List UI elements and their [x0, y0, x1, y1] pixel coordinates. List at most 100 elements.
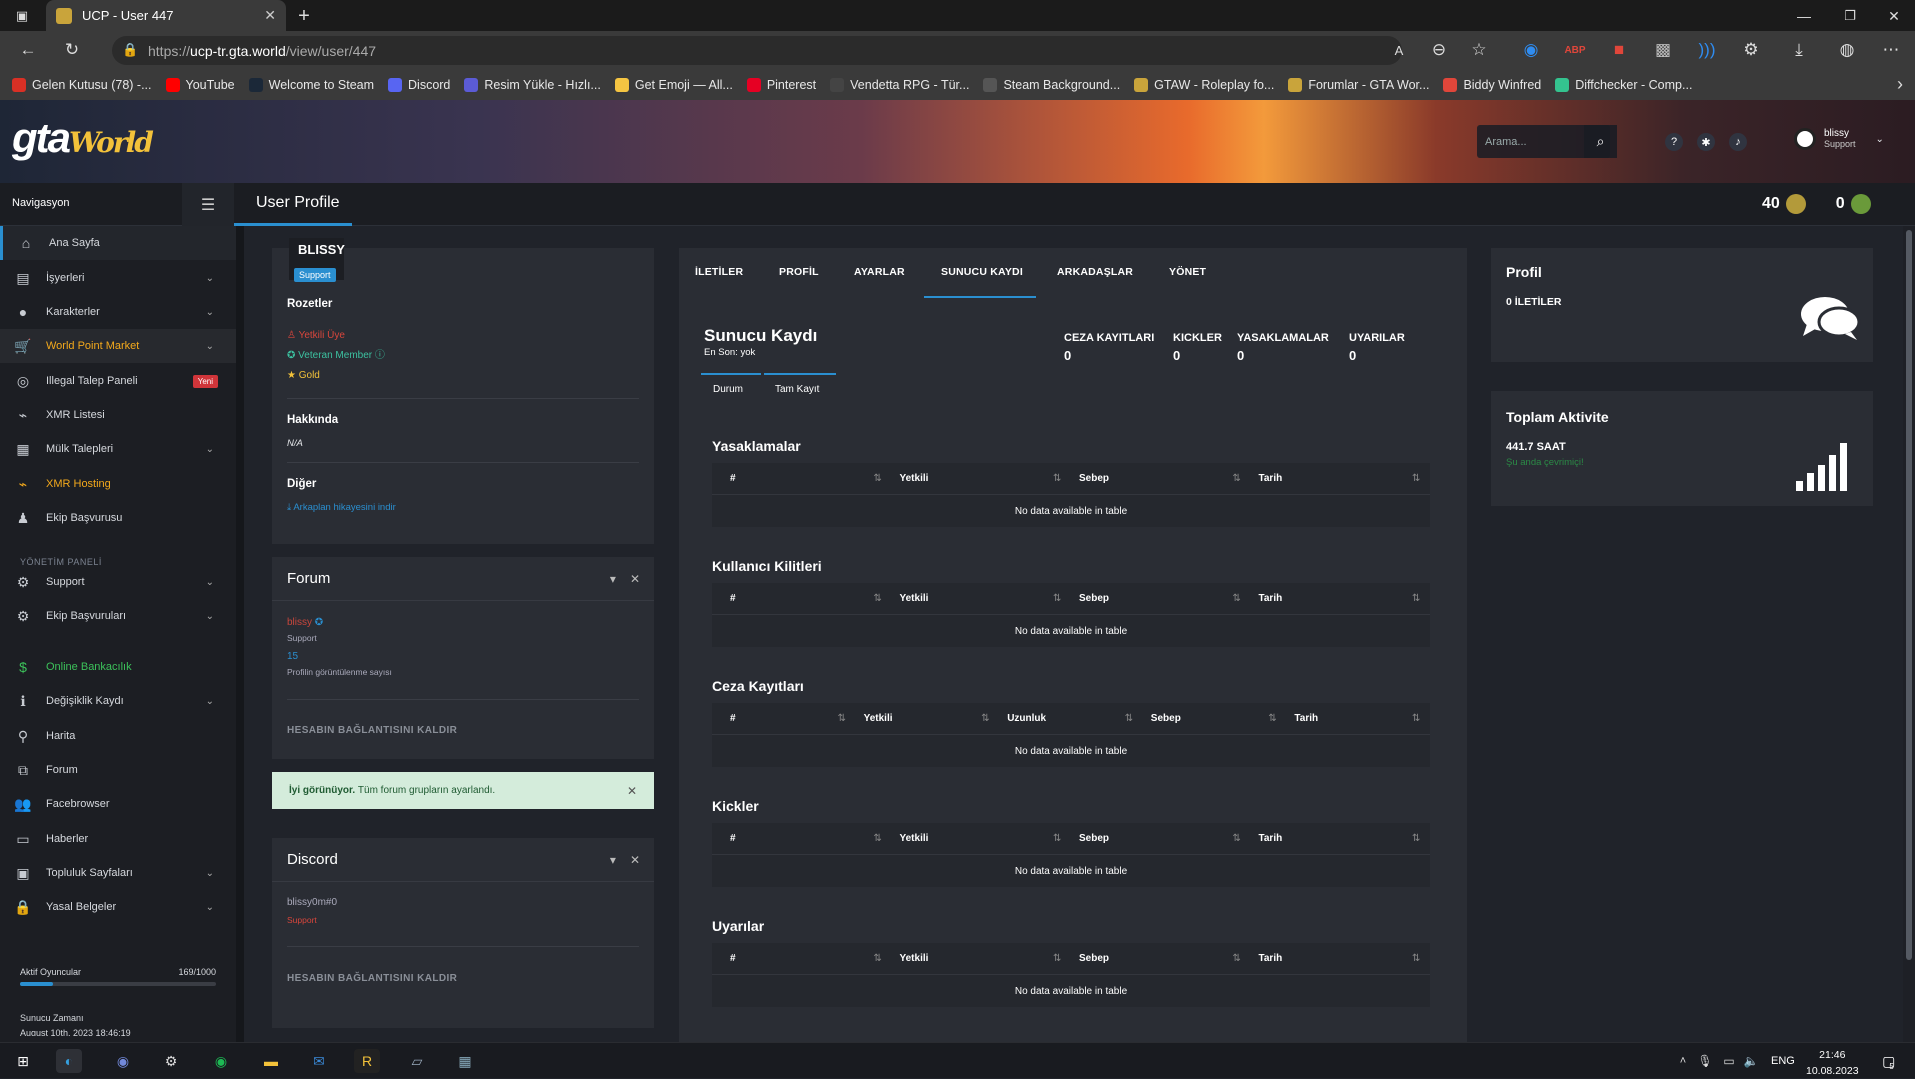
sort-icon[interactable]: ⇅ [1233, 593, 1241, 604]
column-header[interactable]: # [730, 713, 736, 724]
bookmark-item[interactable]: Vendetta RPG - Tür... [830, 78, 969, 92]
column-header[interactable]: Uzunluk [1007, 713, 1046, 724]
calculator-icon[interactable]: ▦ [452, 1049, 478, 1073]
close-icon[interactable]: ✕ [630, 853, 640, 867]
sort-icon[interactable]: ⇅ [1412, 713, 1420, 724]
sidebar-item-xmr-listesi[interactable]: ⌁ XMR Listesi [0, 398, 236, 432]
sidebar-item-karakterler[interactable]: ● Karakterler ⌄ [0, 295, 236, 329]
sort-icon[interactable]: ⇅ [1233, 473, 1241, 484]
sidebar-item-harita[interactable]: ⚲ Harita [0, 719, 236, 753]
unlink-discord-button[interactable]: HESABIN BAĞLANTISINI KALDIR [287, 973, 457, 984]
bookmark-item[interactable]: Steam Background... [983, 78, 1120, 92]
column-header[interactable]: Sebep [1079, 473, 1109, 484]
help-circle-icon[interactable]: ⓘ [372, 350, 385, 361]
bookmark-item[interactable]: Pinterest [746, 78, 816, 92]
sort-icon[interactable]: ⇅ [1233, 953, 1241, 964]
help-icon[interactable]: ? [1665, 133, 1683, 151]
bookmark-item[interactable]: Biddy Winfred [1443, 78, 1541, 92]
sidebar-item-topluluk-sayfaları[interactable]: ▣ Topluluk Sayfaları ⌄ [0, 856, 236, 890]
bookmark-item[interactable]: Discord [388, 78, 450, 92]
read-aloud-icon[interactable]: A [1385, 36, 1413, 64]
new-tab-icon[interactable]: + [290, 2, 318, 30]
bookmark-item[interactable]: Gelen Kutusu (78) -... [12, 78, 152, 92]
bookmark-item[interactable]: YouTube [165, 78, 235, 92]
shazam-extension-icon[interactable]: ◉ [1517, 36, 1545, 64]
column-header[interactable]: # [730, 473, 736, 484]
lock-icon[interactable]: 🔒 [122, 42, 138, 58]
sort-icon[interactable]: ⇅ [874, 593, 882, 604]
sort-icon[interactable]: ⇅ [1412, 953, 1420, 964]
forum-username[interactable]: blissy ✪ [287, 617, 323, 628]
sort-icon[interactable]: ⇅ [1412, 473, 1420, 484]
sort-icon[interactable]: ⇅ [1125, 713, 1133, 724]
zoom-icon[interactable]: ⊖ [1425, 36, 1453, 64]
download-icon[interactable]: ⤓ [1785, 36, 1813, 64]
spotify-app-icon[interactable]: ◉ [208, 1049, 234, 1073]
bookmark-item[interactable]: Diffchecker - Comp... [1555, 78, 1692, 92]
subtab-0[interactable]: Durum [713, 384, 743, 395]
column-header[interactable]: Yetkili [900, 953, 929, 964]
sidebar-item-i-şyerleri[interactable]: ▤ İşyerleri ⌄ [0, 261, 236, 295]
column-header[interactable]: Sebep [1079, 833, 1109, 844]
sort-icon[interactable]: ⇅ [874, 473, 882, 484]
close-alert-icon[interactable]: ✕ [627, 784, 637, 798]
column-header[interactable]: # [730, 833, 736, 844]
hamburger-menu-icon[interactable]: ☰ [182, 183, 234, 226]
profile-avatar-icon[interactable]: ◍ [1833, 36, 1861, 64]
subtab-1[interactable]: Tam Kayıt [775, 384, 819, 395]
sidebar-item-forum[interactable]: ⧉ Forum [0, 753, 236, 787]
bookmark-item[interactable]: Forumlar - GTA Wor... [1288, 78, 1429, 92]
mail-app-icon[interactable]: ✉ [306, 1049, 332, 1073]
sort-icon[interactable]: ⇅ [981, 713, 989, 724]
sidebar-item-world-point-market[interactable]: 🛒 World Point Market ⌄ [0, 329, 236, 363]
close-icon[interactable]: ✕ [630, 572, 640, 586]
close-tab-icon[interactable]: ✕ [264, 7, 276, 24]
refresh-icon[interactable]: ↻ [58, 36, 86, 64]
tab-profi̇l[interactable]: PROFİL [779, 266, 819, 278]
column-header[interactable]: Yetkili [900, 473, 929, 484]
column-header[interactable]: # [730, 593, 736, 604]
gta-world-logo[interactable]: gtaWorld [12, 114, 154, 162]
camera-extension-icon[interactable]: ■ [1605, 36, 1633, 64]
tab-ayarlar[interactable]: AYARLAR [854, 266, 905, 278]
bookmark-item[interactable]: Welcome to Steam [248, 78, 374, 92]
extensions-puzzle-icon[interactable]: ⚙ [1737, 36, 1765, 64]
sort-icon[interactable]: ⇅ [1233, 833, 1241, 844]
favorite-star-icon[interactable]: ☆ [1465, 36, 1493, 64]
column-header[interactable]: Tarih [1259, 953, 1283, 964]
tab-sunucu-kaydi[interactable]: SUNUCU KAYDI [941, 266, 1023, 278]
clock[interactable]: 21:46 10.08.2023 [1806, 1047, 1859, 1079]
tab-actions-icon[interactable]: ▣ [8, 2, 36, 30]
sidebar-item-xmr-hosting[interactable]: ⌁ XMR Hosting [0, 467, 236, 501]
steam-app-icon[interactable]: ⚙ [158, 1049, 184, 1073]
unlink-forum-button[interactable]: HESABIN BAĞLANTISINI KALDIR [287, 725, 457, 736]
collapse-icon[interactable]: ▾ [610, 853, 616, 867]
bookmark-item[interactable]: Resim Yükle - Hızlı... [464, 78, 601, 92]
download-backstory-link[interactable]: ⤓ Arkaplan hikayesini indir [287, 502, 396, 513]
sidebar-item-değişiklik-kaydı[interactable]: ℹ Değişiklik Kaydı ⌄ [0, 684, 236, 718]
tab-arkadaşlar[interactable]: ARKADAŞLAR [1057, 266, 1133, 278]
page-scrollbar[interactable] [1903, 226, 1915, 1042]
sidebar-item-mülk-talepleri[interactable]: ▦ Mülk Talepleri ⌄ [0, 432, 236, 466]
collapse-icon[interactable]: ▾ [610, 572, 616, 586]
close-window-icon[interactable]: ✕ [1880, 2, 1908, 30]
sidebar-item-ana-sayfa[interactable]: ⌂ Ana Sayfa [0, 226, 236, 260]
bookmarks-overflow-icon[interactable]: › [1897, 74, 1903, 95]
sidebar-item-online-bankacılık[interactable]: $ Online Bankacılık [0, 650, 236, 684]
notepad-icon[interactable]: ▱ [404, 1049, 430, 1073]
sort-icon[interactable]: ⇅ [1268, 713, 1276, 724]
column-header[interactable]: Tarih [1259, 593, 1283, 604]
back-icon[interactable]: ← [14, 36, 42, 64]
notification-center-icon[interactable]: ▢ 5 [1875, 1049, 1901, 1073]
column-header[interactable]: Sebep [1079, 953, 1109, 964]
browser-tab[interactable]: UCP - User 447 ✕ [46, 0, 286, 31]
tab-i̇leti̇ler[interactable]: İLETİLER [695, 266, 743, 278]
windows-start-icon[interactable]: ⊞ [10, 1049, 36, 1073]
file-explorer-icon[interactable]: ▬ [258, 1049, 284, 1073]
discord-app-icon[interactable]: ◉ [110, 1049, 136, 1073]
sidebar-item-haberler[interactable]: ▭ Haberler [0, 822, 236, 856]
bookmark-item[interactable]: GTAW - Roleplay fo... [1134, 78, 1274, 92]
microphone-icon[interactable]: 🎙 [1692, 1049, 1718, 1073]
sidebar-item-support[interactable]: ⚙ Support ⌄ [0, 565, 236, 599]
sort-icon[interactable]: ⇅ [1053, 833, 1061, 844]
